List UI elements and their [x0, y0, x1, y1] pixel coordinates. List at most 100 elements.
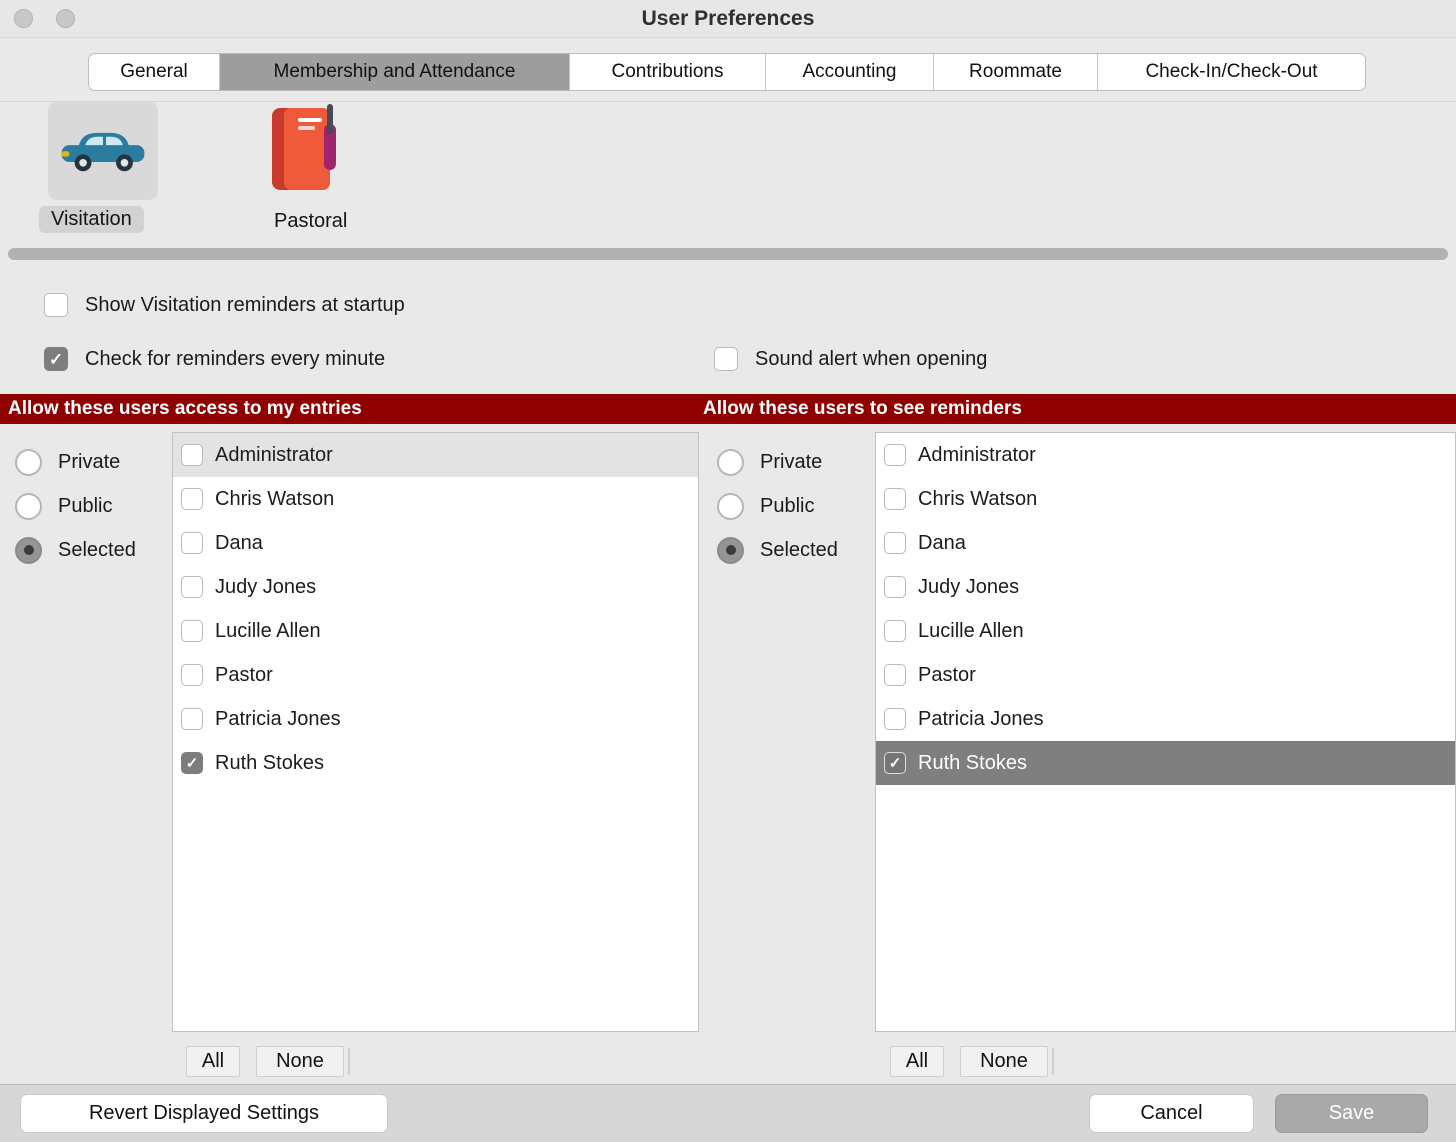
access-user-list: Administrator Chris Watson Dana Judy Jon…: [172, 432, 699, 1032]
user-row-ruth-stokes[interactable]: ✓ Ruth Stokes: [876, 741, 1455, 785]
user-row-administrator[interactable]: Administrator: [173, 433, 698, 477]
user-checkbox[interactable]: [884, 576, 906, 598]
reminders-private-radio[interactable]: [717, 449, 744, 476]
option-check-interval: ✓ Check for reminders every minute: [44, 345, 385, 373]
user-row-lucille-allen[interactable]: Lucille Allen: [173, 609, 698, 653]
user-checkbox[interactable]: [884, 444, 906, 466]
user-checkbox[interactable]: [884, 708, 906, 730]
reminders-public-radio[interactable]: [717, 493, 744, 520]
user-row-administrator[interactable]: Administrator: [876, 433, 1455, 477]
toolbar-item-visitation[interactable]: [48, 102, 158, 200]
toolbar-scrollbar: [0, 246, 1456, 262]
user-checkbox[interactable]: [181, 488, 203, 510]
tab-general[interactable]: General: [89, 54, 219, 90]
user-name: Judy Jones: [918, 576, 1019, 599]
user-name: Patricia Jones: [918, 708, 1044, 731]
toolbar-item-pastoral[interactable]: [256, 100, 356, 200]
tab-contributions[interactable]: Contributions: [569, 54, 765, 90]
title-bar: User Preferences: [0, 0, 1456, 38]
user-checkbox[interactable]: [884, 532, 906, 554]
tab-membership-and-attendance[interactable]: Membership and Attendance: [219, 54, 569, 90]
user-checkbox[interactable]: ✓: [181, 752, 203, 774]
access-private-option: Private: [15, 448, 136, 476]
reminders-private-label: Private: [760, 451, 822, 474]
user-name: Chris Watson: [918, 488, 1037, 511]
user-row-lucille-allen[interactable]: Lucille Allen: [876, 609, 1455, 653]
user-checkbox[interactable]: [884, 664, 906, 686]
footer-bar: Revert Displayed Settings Cancel Save: [0, 1084, 1456, 1142]
user-row-ruth-stokes[interactable]: ✓ Ruth Stokes: [173, 741, 698, 785]
revert-displayed-settings-button[interactable]: Revert Displayed Settings: [20, 1094, 388, 1133]
reminders-public-label: Public: [760, 495, 814, 518]
show-reminders-checkbox[interactable]: [44, 293, 68, 317]
toolbar-label-visitation[interactable]: Visitation: [39, 206, 144, 233]
user-row-pastor[interactable]: Pastor: [876, 653, 1455, 697]
check-interval-checkbox[interactable]: ✓: [44, 347, 68, 371]
user-row-dana[interactable]: Dana: [173, 521, 698, 565]
user-row-patricia-jones[interactable]: Patricia Jones: [876, 697, 1455, 741]
user-checkbox[interactable]: [181, 620, 203, 642]
access-public-label: Public: [58, 495, 112, 518]
reminders-private-option: Private: [717, 448, 838, 476]
user-row-chris-watson[interactable]: Chris Watson: [173, 477, 698, 521]
section-header-bar: Allow these users access to my entries A…: [0, 394, 1456, 424]
radio-dot: [24, 545, 34, 555]
journal-icon: [264, 102, 348, 199]
tab-roommate[interactable]: Roommate: [933, 54, 1097, 90]
user-row-chris-watson[interactable]: Chris Watson: [876, 477, 1455, 521]
user-row-dana[interactable]: Dana: [876, 521, 1455, 565]
tab-row-divider: [0, 101, 1456, 102]
access-section-header: Allow these users access to my entries: [8, 394, 362, 424]
user-name: Lucille Allen: [918, 620, 1024, 643]
tab-accounting[interactable]: Accounting: [765, 54, 933, 90]
car-icon: [57, 121, 149, 182]
check-icon: ✓: [49, 351, 63, 368]
user-name: Chris Watson: [215, 488, 334, 511]
window-title: User Preferences: [0, 0, 1456, 38]
user-checkbox[interactable]: [884, 620, 906, 642]
access-privacy-radio-group: Private Public Selected: [15, 448, 136, 580]
reminders-section-header: Allow these users to see reminders: [703, 394, 1022, 424]
user-checkbox[interactable]: [181, 708, 203, 730]
button-divider: [348, 1048, 350, 1075]
access-private-radio[interactable]: [15, 449, 42, 476]
save-button[interactable]: Save: [1275, 1094, 1428, 1133]
sound-alert-checkbox[interactable]: [714, 347, 738, 371]
user-name: Pastor: [918, 664, 976, 687]
user-row-judy-jones[interactable]: Judy Jones: [876, 565, 1455, 609]
reminders-all-button[interactable]: All: [890, 1046, 944, 1077]
access-public-radio[interactable]: [15, 493, 42, 520]
access-selected-label: Selected: [58, 539, 136, 562]
user-checkbox[interactable]: [181, 444, 203, 466]
check-icon: ✓: [889, 756, 902, 771]
user-checkbox[interactable]: ✓: [884, 752, 906, 774]
user-checkbox[interactable]: [884, 488, 906, 510]
access-selected-radio[interactable]: [15, 537, 42, 564]
user-checkbox[interactable]: [181, 664, 203, 686]
radio-dot: [726, 545, 736, 555]
cancel-button[interactable]: Cancel: [1089, 1094, 1254, 1133]
user-row-patricia-jones[interactable]: Patricia Jones: [173, 697, 698, 741]
reminders-selected-option: Selected: [717, 536, 838, 564]
preferences-tab-bar: General Membership and Attendance Contri…: [88, 53, 1366, 91]
access-selected-option: Selected: [15, 536, 136, 564]
reminders-selected-radio[interactable]: [717, 537, 744, 564]
toolbar-label-pastoral[interactable]: Pastoral: [262, 208, 359, 235]
reminders-none-button[interactable]: None: [960, 1046, 1048, 1077]
access-all-button[interactable]: All: [186, 1046, 240, 1077]
user-name: Patricia Jones: [215, 708, 341, 731]
show-reminders-label: Show Visitation reminders at startup: [85, 294, 405, 317]
user-name: Dana: [918, 532, 966, 555]
option-sound-alert: Sound alert when opening: [714, 345, 987, 373]
check-icon: ✓: [186, 756, 199, 771]
access-none-button[interactable]: None: [256, 1046, 344, 1077]
user-row-pastor[interactable]: Pastor: [173, 653, 698, 697]
user-name: Ruth Stokes: [918, 752, 1027, 775]
user-checkbox[interactable]: [181, 532, 203, 554]
user-checkbox[interactable]: [181, 576, 203, 598]
user-name: Administrator: [918, 444, 1036, 467]
button-divider: [1052, 1048, 1054, 1075]
toolbar-scrollbar-thumb[interactable]: [8, 248, 1448, 260]
user-row-judy-jones[interactable]: Judy Jones: [173, 565, 698, 609]
tab-check-in-check-out[interactable]: Check-In/Check-Out: [1097, 54, 1365, 90]
